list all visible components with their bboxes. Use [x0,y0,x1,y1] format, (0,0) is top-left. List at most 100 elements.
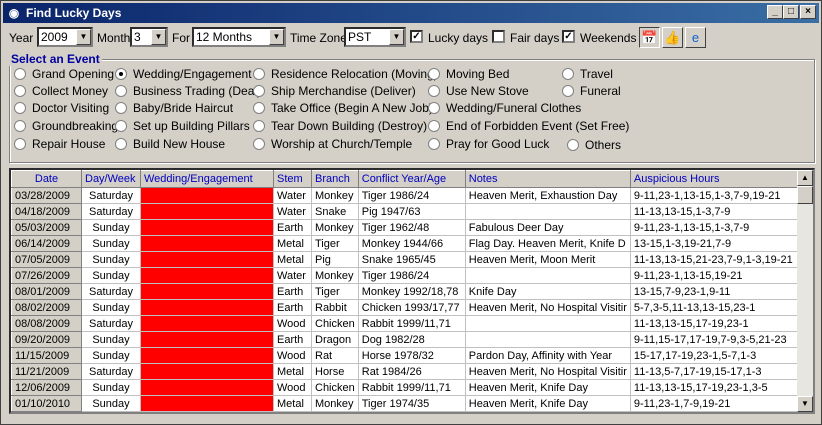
event-radio-take-office[interactable]: Take Office (Begin A New Job) [253,101,433,115]
table-row[interactable]: 04/18/2009 Saturday Water Snake Pig 1947/63 1… [11,203,806,220]
event-radio-worship[interactable]: Worship at Church/Temple [253,137,412,151]
event-radio-build-house[interactable]: Build New House [115,137,225,151]
event-label: Residence Relocation (Moving) [271,67,438,81]
year-value: 2009 [41,30,68,44]
cell-stem: Earth [273,219,312,236]
app-eye-icon: ◉ [8,6,20,20]
event-radio-business-trading[interactable]: Business Trading (Deal) [115,84,261,98]
minimize-button[interactable]: _ [767,5,783,19]
col-conflict[interactable]: Conflict Year/Age [357,170,466,188]
event-label: Business Trading (Deal) [133,84,262,98]
results-grid[interactable]: Date Day/Week Wedding/Engagement Stem Br… [9,168,815,414]
table-row[interactable]: 05/03/2009 Sunday Earth Monkey Tiger 1962/48… [11,219,806,236]
event-radio-haircut[interactable]: Baby/Bride Haircut [115,101,233,115]
chevron-down-icon[interactable]: ▼ [269,29,284,45]
close-button[interactable]: × [800,5,816,19]
event-label: Ship Merchandise (Deliver) [271,84,416,98]
col-auspicious-hours[interactable]: Auspicious Hours [629,170,806,188]
table-row[interactable]: 07/05/2009 Sunday Metal Pig Snake 1965/45 Hea… [11,251,806,268]
scroll-thumb[interactable] [797,186,813,204]
col-event[interactable]: Wedding/Engagement [140,170,274,188]
cell-auspicious-hours: 9-11,15-17,17-19,7-9,3-5,21-23 [630,331,806,348]
cell-auspicious-hours: 13-15,7-9,23-1,9-11 [630,283,806,300]
table-row[interactable]: 09/20/2009 Sunday Earth Dragon Dog 1982/28 9-… [11,331,806,348]
event-radio-travel[interactable]: Travel [562,67,613,81]
cell-day-week: Saturday [81,203,141,220]
table-row[interactable]: 11/21/2009 Saturday Metal Horse Rat 1984/26 H… [11,363,806,380]
cell-date: 06/14/2009 [11,235,82,252]
event-radio-ship-merchandise[interactable]: Ship Merchandise (Deliver) [253,84,416,98]
table-row[interactable]: 12/06/2009 Sunday Wood Chicken Rabbit 1999/1… [11,379,806,396]
table-body: 03/28/2009 Saturday Water Monkey Tiger 1986/… [11,187,806,412]
event-radio-repair-house[interactable]: Repair House [14,137,105,151]
event-radio-groundbreaking[interactable]: Groundbreaking [14,119,118,133]
radio-dot [428,120,440,132]
cell-branch: Tiger [311,283,359,300]
table-row[interactable]: 01/10/2010 Sunday Metal Monkey Tiger 1974/35… [11,395,806,412]
cell-conflict: Rabbit 1999/11,71 [358,379,466,396]
col-day-week[interactable]: Day/Week [81,170,141,188]
event-label: Doctor Visiting [32,101,110,115]
for-value: 12 Months [196,30,253,44]
event-radio-funeral[interactable]: Funeral [562,84,621,98]
maximize-button[interactable]: □ [783,5,799,19]
weekends-checkbox[interactable]: ✓ [562,30,575,43]
cell-event-highlight [140,315,274,332]
internet-explorer-icon[interactable]: e [685,27,706,48]
event-radio-doctor-visiting[interactable]: Doctor Visiting [14,101,109,115]
col-date[interactable]: Date [11,170,82,188]
event-radio-grand-opening[interactable]: Grand Opening [14,67,114,81]
col-stem[interactable]: Stem [273,170,312,188]
cell-auspicious-hours: 15-17,17-19,23-1,5-7,1-3 [630,347,806,364]
cell-date: 01/10/2010 [11,395,82,412]
event-radio-new-stove[interactable]: Use New Stove [428,84,529,98]
event-radio-relocation[interactable]: Residence Relocation (Moving) [253,67,438,81]
table-row[interactable]: 06/14/2009 Sunday Metal Tiger Monkey 1944/66… [11,235,806,252]
chevron-down-icon[interactable]: ▼ [151,29,166,45]
cell-branch: Monkey [311,267,359,284]
thumbs-up-icon[interactable]: 👍 [662,27,683,48]
cell-stem: Metal [273,235,312,252]
for-select[interactable]: 12 Months ▼ [192,27,286,47]
table-row[interactable]: 03/28/2009 Saturday Water Monkey Tiger 1986/… [11,187,806,204]
cell-date: 08/02/2009 [11,299,82,316]
event-radio-moving-bed[interactable]: Moving Bed [428,67,509,81]
month-select[interactable]: 3 ▼ [130,27,168,47]
title-bar[interactable]: ◉ Find Lucky Days _ □ × [3,3,819,23]
year-select[interactable]: 2009 ▼ [37,27,93,47]
lucky-days-checkbox[interactable]: ✓ [410,30,423,43]
calendar-search-icon[interactable]: 📅 [639,27,660,48]
radio-dot [428,138,440,150]
cell-notes: Heaven Merit, Knife Day [465,379,631,396]
cell-auspicious-hours: 9-11,23-1,7-9,19-21 [630,395,806,412]
event-label: Collect Money [32,84,109,98]
event-radio-others[interactable]: Others [567,138,621,152]
table-row[interactable]: 08/08/2009 Saturday Wood Chicken Rabbit 1999… [11,315,806,332]
chevron-down-icon[interactable]: ▼ [76,29,91,45]
col-branch[interactable]: Branch [311,170,359,188]
event-radio-pray[interactable]: Pray for Good Luck [428,137,549,151]
event-radio-forbidden-end[interactable]: End of Forbidden Event (Set Free) [428,119,629,133]
radio-dot [428,85,440,97]
col-notes[interactable]: Notes [464,170,631,188]
cell-conflict: Tiger 1962/48 [358,219,466,236]
table-row[interactable]: 11/15/2009 Sunday Wood Rat Horse 1978/32 Pard… [11,347,806,364]
event-radio-building-pillars[interactable]: Set up Building Pillars [115,119,250,133]
table-row[interactable]: 07/26/2009 Sunday Water Monkey Tiger 1986/24… [11,267,806,284]
radio-dot [115,102,127,114]
timezone-select[interactable]: PST ▼ [344,27,406,47]
cell-conflict: Pig 1947/63 [358,203,466,220]
cell-date: 09/20/2009 [11,331,82,348]
event-radio-wedding[interactable]: Wedding/Engagement [115,67,252,81]
table-row[interactable]: 08/02/2009 Sunday Earth Rabbit Chicken 1993/… [11,299,806,316]
scroll-down-icon[interactable]: ▼ [797,396,813,412]
event-radio-collect-money[interactable]: Collect Money [14,84,108,98]
table-row[interactable]: 08/01/2009 Saturday Earth Tiger Monkey 1992/… [11,283,806,300]
scroll-up-icon[interactable]: ▲ [797,170,813,186]
event-radio-tear-down[interactable]: Tear Down Building (Destroy) [253,119,427,133]
fair-days-checkbox[interactable] [492,30,505,43]
vertical-scrollbar[interactable]: ▲ ▼ [797,170,813,412]
event-radio-clothes[interactable]: Wedding/Funeral Clothes [428,101,581,115]
cell-auspicious-hours: 9-11,23-1,13-15,1-3,7-9 [630,219,806,236]
chevron-down-icon[interactable]: ▼ [389,29,404,45]
